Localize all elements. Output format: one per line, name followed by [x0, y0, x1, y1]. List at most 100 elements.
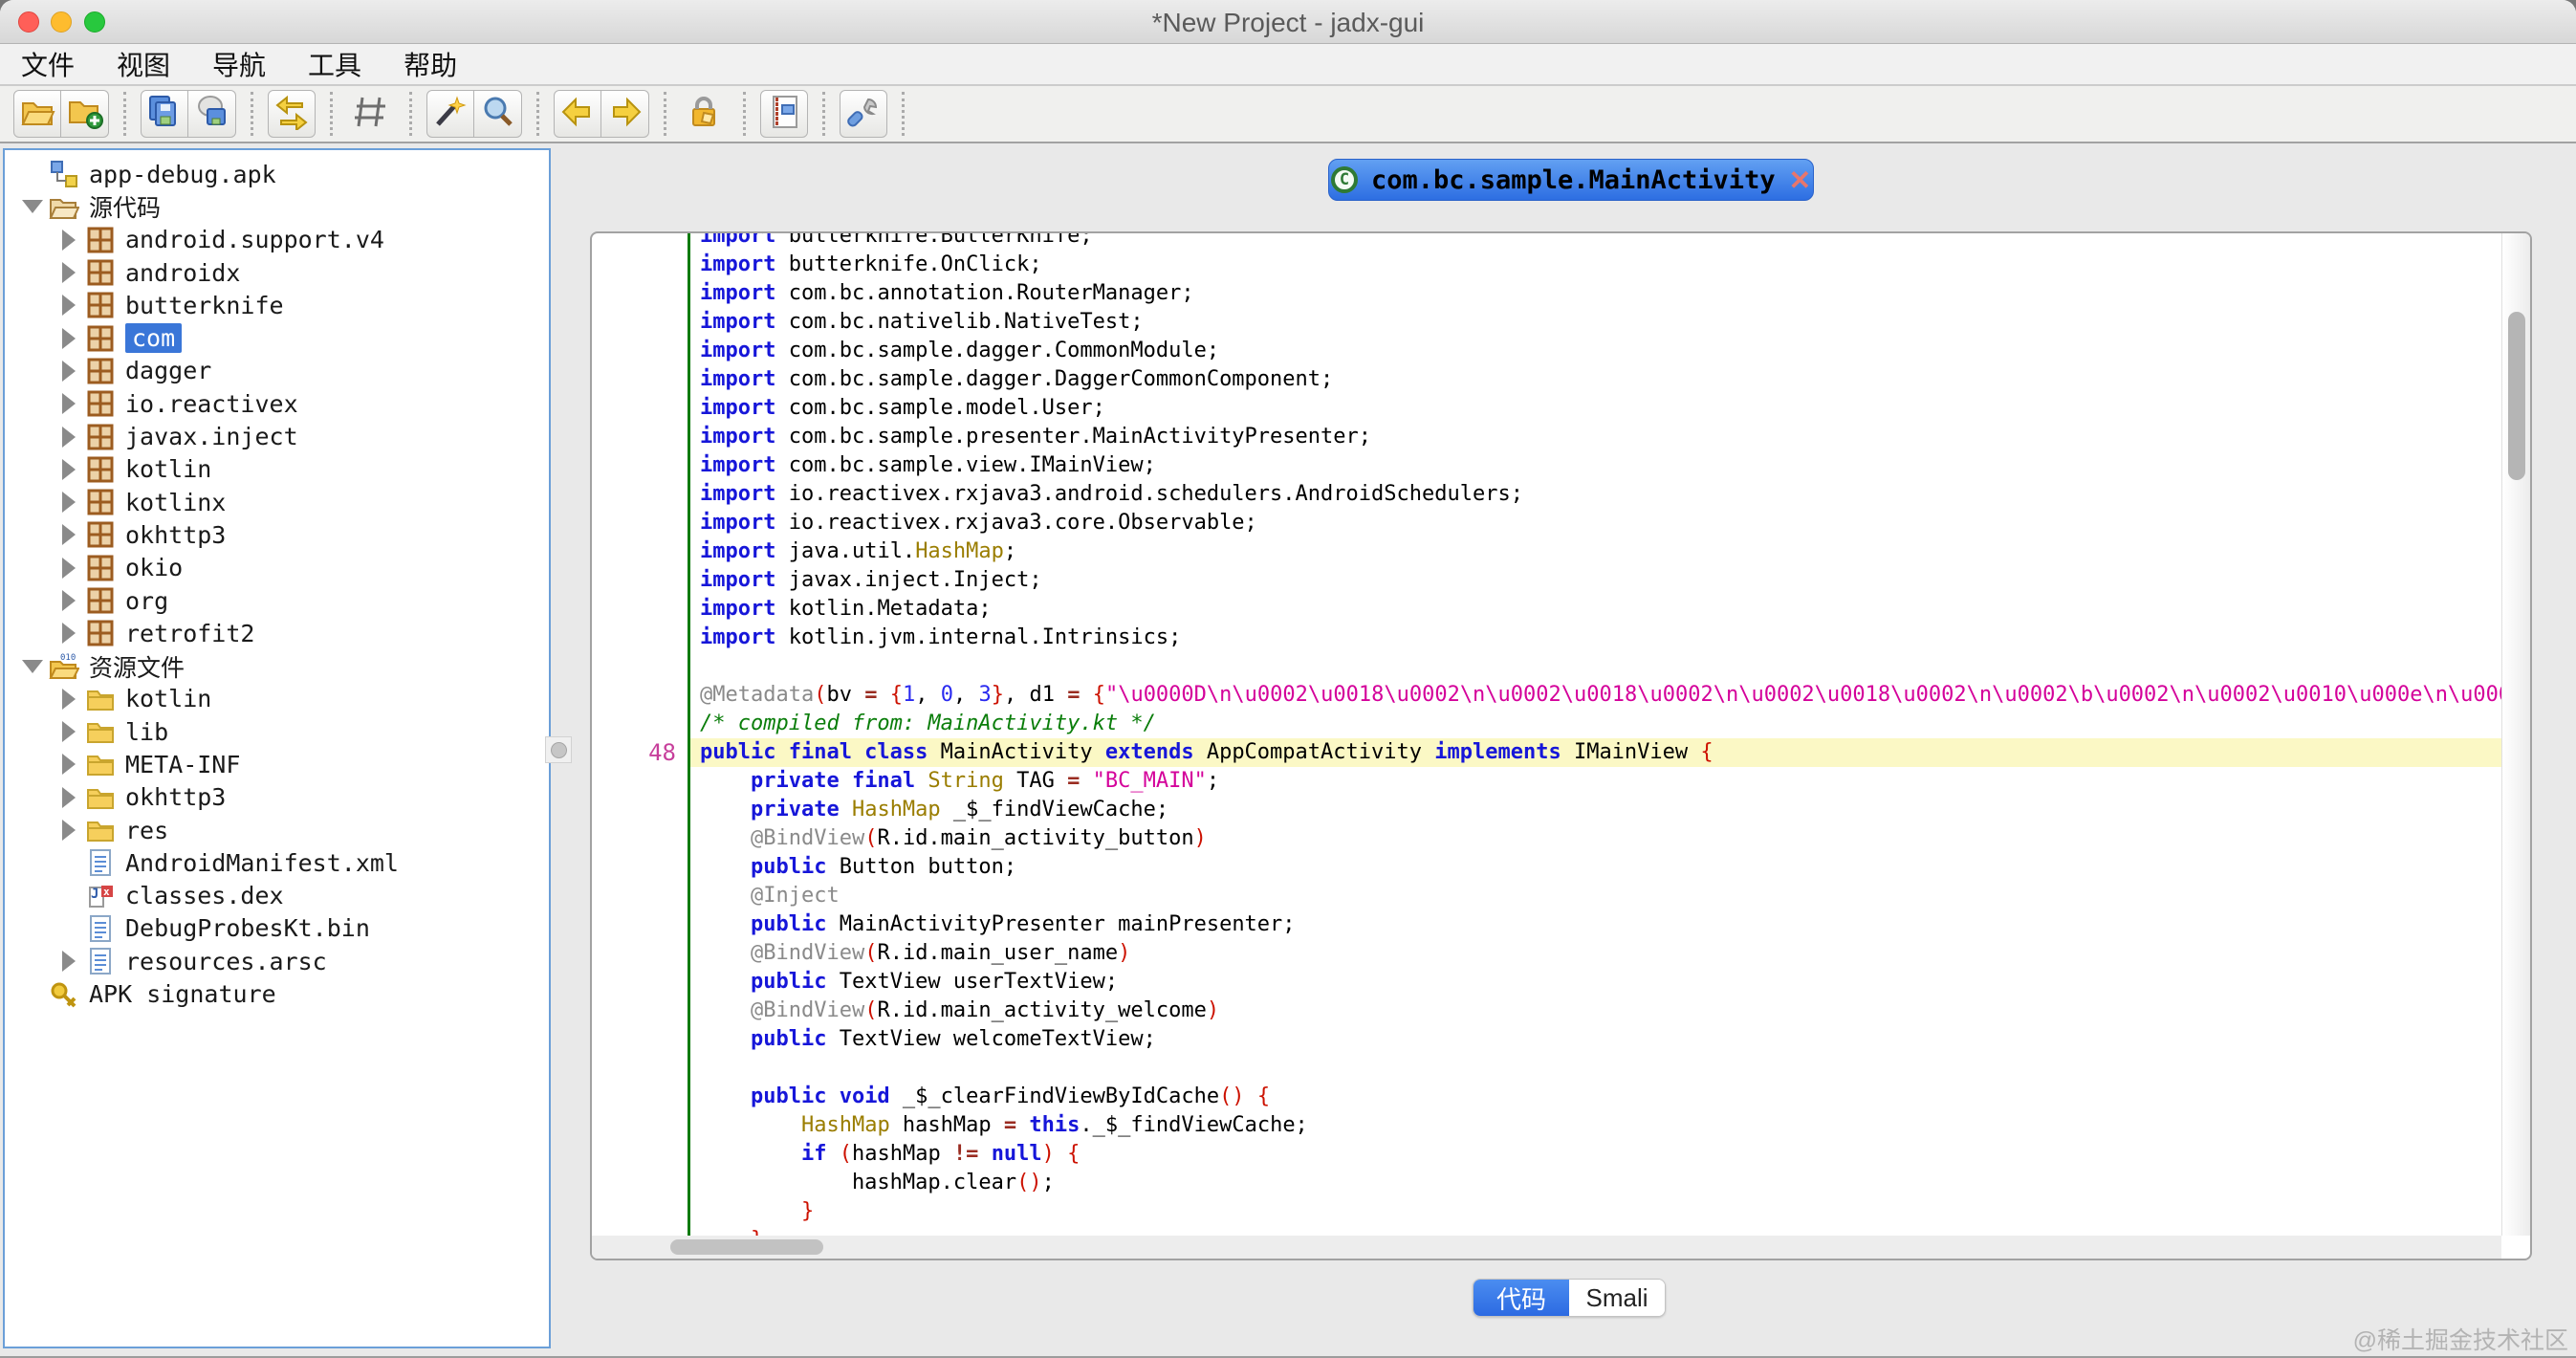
- code-editor-panel[interactable]: 48 import butterknife.ButterKnife;import…: [590, 231, 2532, 1260]
- flat-packages-button[interactable]: [347, 90, 395, 138]
- apk-icon: [49, 160, 79, 188]
- code-line: import java.util.HashMap;: [690, 537, 2530, 566]
- log-viewer-icon: [766, 94, 802, 135]
- menu-item[interactable]: 视图: [117, 45, 170, 83]
- tree-item-javax-inject[interactable]: javax.inject: [5, 420, 549, 452]
- horizontal-scrollbar-thumb[interactable]: [670, 1239, 823, 1255]
- bottom-tab-code[interactable]: 代码: [1474, 1280, 1569, 1316]
- collapsed-arrow-icon[interactable]: [53, 427, 85, 448]
- code-line: import com.bc.sample.dagger.CommonModule…: [690, 337, 2530, 365]
- save-all-icon: [146, 94, 183, 135]
- tree-item--[interactable]: 源代码: [5, 190, 549, 223]
- code-line: import javax.inject.Inject;: [690, 566, 2530, 595]
- splitter-handle[interactable]: [545, 736, 572, 763]
- collapsed-arrow-icon[interactable]: [53, 721, 85, 742]
- quark-search-icon: [480, 94, 516, 135]
- tree-item-classes-dex[interactable]: Jxclasses.dex: [5, 880, 549, 912]
- tree-item-label: DebugProbesKt.bin: [125, 914, 370, 942]
- splitter-knob-icon: [551, 742, 567, 758]
- tree-item-okhttp3[interactable]: okhttp3: [5, 518, 549, 551]
- tree-item-butterknife[interactable]: butterknife: [5, 289, 549, 321]
- code-line: import com.bc.nativelib.NativeTest;: [690, 308, 2530, 337]
- horizontal-scrollbar[interactable]: [592, 1236, 2501, 1259]
- tree-item-label: META-INF: [125, 751, 240, 778]
- code-line: }: [690, 1197, 2530, 1226]
- log-viewer-button[interactable]: [760, 90, 808, 138]
- tree-item-io-reactivex[interactable]: io.reactivex: [5, 387, 549, 420]
- tree-item-kotlinx[interactable]: kotlinx: [5, 486, 549, 518]
- collapsed-arrow-icon[interactable]: [53, 328, 85, 349]
- preferences-button[interactable]: [840, 90, 887, 138]
- lock-edit-button[interactable]: [681, 90, 729, 138]
- tree-item-lib[interactable]: lib: [5, 715, 549, 748]
- tree-item-dagger[interactable]: dagger: [5, 355, 549, 387]
- code-line: import com.bc.sample.view.IMainView;: [690, 451, 2530, 480]
- tree-item-okio[interactable]: okio: [5, 552, 549, 584]
- collapsed-arrow-icon[interactable]: [53, 230, 85, 251]
- collapsed-arrow-icon[interactable]: [53, 295, 85, 316]
- back-button[interactable]: [554, 90, 601, 138]
- src-folder-icon: [49, 192, 79, 221]
- title-bar: *New Project - jadx-gui: [0, 0, 2576, 44]
- menu-item[interactable]: 导航: [212, 45, 266, 83]
- tree-item-androidmanifest-xml[interactable]: AndroidManifest.xml: [5, 846, 549, 879]
- tree-item-resources-arsc[interactable]: resources.arsc: [5, 945, 549, 977]
- code-line: import butterknife.OnClick;: [690, 251, 2530, 279]
- expanded-arrow-icon[interactable]: [16, 200, 49, 213]
- collapsed-arrow-icon[interactable]: [53, 492, 85, 513]
- tree-item--[interactable]: 010资源文件: [5, 649, 549, 682]
- tree-item-androidx[interactable]: androidx: [5, 256, 549, 289]
- collapsed-arrow-icon[interactable]: [53, 787, 85, 808]
- bottom-tab-smali[interactable]: Smali: [1569, 1280, 1665, 1316]
- tree-item-debugprobeskt-bin[interactable]: DebugProbesKt.bin: [5, 912, 549, 945]
- collapsed-arrow-icon[interactable]: [53, 623, 85, 644]
- collapsed-arrow-icon[interactable]: [53, 361, 85, 382]
- jadx-gui-window: *New Project - jadx-gui 文件 视图 导航 工具 帮助 app-d…: [0, 0, 2576, 1358]
- tree-item-meta-inf[interactable]: META-INF: [5, 748, 549, 780]
- tree-item-kotlin[interactable]: kotlin: [5, 683, 549, 715]
- tree-item-android-support-v4[interactable]: android.support.v4: [5, 224, 549, 256]
- code-line: public MainActivityPresenter mainPresent…: [690, 910, 2530, 939]
- collapsed-arrow-icon[interactable]: [53, 459, 85, 480]
- add-file-button[interactable]: [61, 90, 109, 138]
- file-tree-panel[interactable]: app-debug.apk源代码android.support.v4androi…: [3, 148, 551, 1348]
- collapsed-arrow-icon[interactable]: [53, 754, 85, 775]
- collapsed-arrow-icon[interactable]: [53, 558, 85, 579]
- tree-item-label: org: [125, 587, 168, 615]
- collapsed-arrow-icon[interactable]: [53, 393, 85, 414]
- menu-item[interactable]: 帮助: [404, 45, 457, 83]
- tree-item-org[interactable]: org: [5, 584, 549, 617]
- tab-close-icon[interactable]: ✕: [1789, 164, 1811, 196]
- window-title: *New Project - jadx-gui: [0, 8, 2576, 38]
- tree-item-com[interactable]: com: [5, 321, 549, 354]
- collapsed-arrow-icon[interactable]: [53, 820, 85, 841]
- collapsed-arrow-icon[interactable]: [53, 951, 85, 972]
- deobfuscation-button[interactable]: [426, 90, 474, 138]
- tree-item-res[interactable]: res: [5, 814, 549, 846]
- tree-item-app-debug-apk[interactable]: app-debug.apk: [5, 158, 549, 190]
- code-line: import com.bc.sample.dagger.DaggerCommon…: [690, 365, 2530, 394]
- tree-item-retrofit2[interactable]: retrofit2: [5, 617, 549, 649]
- code-line: public Button button;: [690, 853, 2530, 882]
- tree-item-apk-signature[interactable]: APK signature: [5, 977, 549, 1010]
- collapsed-arrow-icon[interactable]: [53, 590, 85, 611]
- tree-item-okhttp3[interactable]: okhttp3: [5, 781, 549, 814]
- vertical-scrollbar-thumb[interactable]: [2508, 312, 2525, 480]
- export-button[interactable]: [188, 90, 236, 138]
- menu-item[interactable]: 工具: [308, 45, 361, 83]
- collapsed-arrow-icon[interactable]: [53, 689, 85, 710]
- code-line: @BindView(R.id.main_activity_button): [690, 824, 2530, 853]
- quark-search-button[interactable]: [474, 90, 522, 138]
- pkg-icon: [85, 226, 116, 254]
- collapsed-arrow-icon[interactable]: [53, 262, 85, 283]
- open-file-button[interactable]: [13, 90, 61, 138]
- sync-button[interactable]: [268, 90, 316, 138]
- editor-tab-mainactivity[interactable]: C com.bc.sample.MainActivity ✕: [1328, 159, 1814, 201]
- save-all-button[interactable]: [141, 90, 188, 138]
- collapsed-arrow-icon[interactable]: [53, 524, 85, 545]
- tree-item-kotlin[interactable]: kotlin: [5, 453, 549, 486]
- forward-button[interactable]: [601, 90, 649, 138]
- menu-item[interactable]: 文件: [21, 45, 75, 83]
- expanded-arrow-icon[interactable]: [16, 660, 49, 673]
- vertical-scrollbar[interactable]: [2501, 233, 2530, 1236]
